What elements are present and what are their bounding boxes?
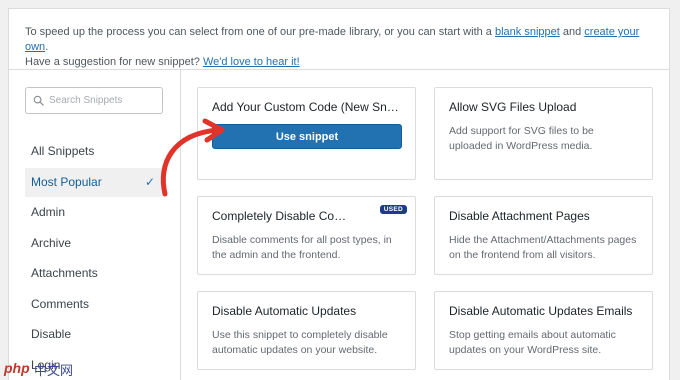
snippet-title: Disable Automatic Updates [212, 304, 357, 318]
used-badge: USED [379, 205, 407, 214]
search-icon [33, 95, 44, 106]
snippet-title: Allow SVG Files Upload [449, 100, 577, 114]
sidebar-item-disable[interactable]: Disable [25, 320, 163, 349]
site-watermark: php 中文网 [0, 352, 100, 380]
snippet-title: Disable Attachment Pages [449, 209, 590, 223]
sidebar-item-comments[interactable]: Comments [25, 290, 163, 319]
snippet-card-disable-comments[interactable]: Completely Disable Comments USED Disable… [197, 196, 416, 275]
snippet-title: Add Your Custom Code (New Snippet) [212, 100, 401, 114]
snippet-description: Add support for SVG files to be uploaded… [449, 125, 594, 152]
watermark-php: php [4, 360, 30, 376]
sidebar-item-admin[interactable]: Admin [25, 198, 163, 227]
search-input[interactable] [49, 91, 159, 110]
intro-text: To speed up the process you can select f… [9, 9, 669, 70]
snippet-card-automatic-updates[interactable]: Disable Automatic Updates Use this snipp… [197, 291, 416, 370]
suggest-snippet-link[interactable]: We'd love to hear it! [203, 56, 300, 68]
curved-arrow-icon [160, 118, 225, 197]
snippet-description: Hide the Attachment/Attachments pages on… [449, 234, 637, 261]
snippet-card-attachment-pages[interactable]: Disable Attachment Pages Hide the Attach… [434, 196, 653, 275]
sidebar-item-all-snippets[interactable]: All Snippets [25, 137, 163, 166]
snippet-library-panel: To speed up the process you can select f… [8, 8, 670, 380]
snippet-card-svg-upload[interactable]: Allow SVG Files Upload Add support for S… [434, 87, 653, 180]
blank-snippet-link[interactable]: blank snippet [495, 26, 560, 38]
sidebar-item-most-popular[interactable]: Most Popular ✓ [25, 168, 163, 197]
snippet-title: Completely Disable Comments [212, 209, 349, 223]
snippet-title: Disable Automatic Updates Emails [449, 304, 633, 318]
sidebar-item-attachments[interactable]: Attachments [25, 259, 163, 288]
snippet-description: Disable comments for all post types, in … [212, 234, 392, 261]
snippet-description: Use this snippet to completely disable a… [212, 329, 388, 356]
snippet-card-update-emails[interactable]: Disable Automatic Updates Emails Stop ge… [434, 291, 653, 370]
sidebar-item-archive[interactable]: Archive [25, 229, 163, 258]
snippet-description: Stop getting emails about automatic upda… [449, 329, 616, 356]
watermark-cn: 中文网 [34, 364, 74, 379]
search-box[interactable] [25, 87, 163, 114]
category-sidebar: All Snippets Most Popular✓ Admin Archive… [9, 70, 181, 380]
snippet-grid: Add Your Custom Code (New Snippet) Use s… [182, 70, 669, 380]
